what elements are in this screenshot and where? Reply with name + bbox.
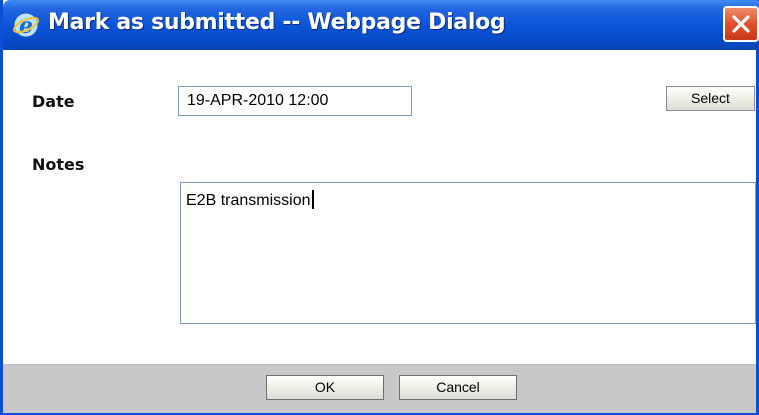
ok-button[interactable]: OK: [266, 375, 384, 400]
title-bar[interactable]: e Mark as submitted -- Webpage Dialog: [3, 0, 759, 50]
notes-text: E2B transmission: [186, 192, 311, 209]
notes-label: Notes: [32, 155, 85, 174]
dialog-window: e Mark as submitted -- Webpage Dialog Da…: [0, 0, 759, 415]
svg-text:e: e: [19, 13, 33, 39]
dialog-footer: OK Cancel: [3, 364, 756, 413]
date-label: Date: [32, 92, 75, 111]
notes-textarea[interactable]: E2B transmission: [180, 182, 756, 324]
close-icon: [732, 15, 750, 33]
cancel-button[interactable]: Cancel: [399, 375, 517, 400]
close-button[interactable]: [723, 6, 759, 42]
dialog-title: Mark as submitted -- Webpage Dialog: [48, 10, 506, 35]
internet-explorer-icon: e: [12, 11, 40, 39]
select-button[interactable]: Select: [666, 86, 755, 111]
date-input[interactable]: 19-APR-2010 12:00: [178, 86, 412, 116]
text-caret: [311, 190, 314, 209]
